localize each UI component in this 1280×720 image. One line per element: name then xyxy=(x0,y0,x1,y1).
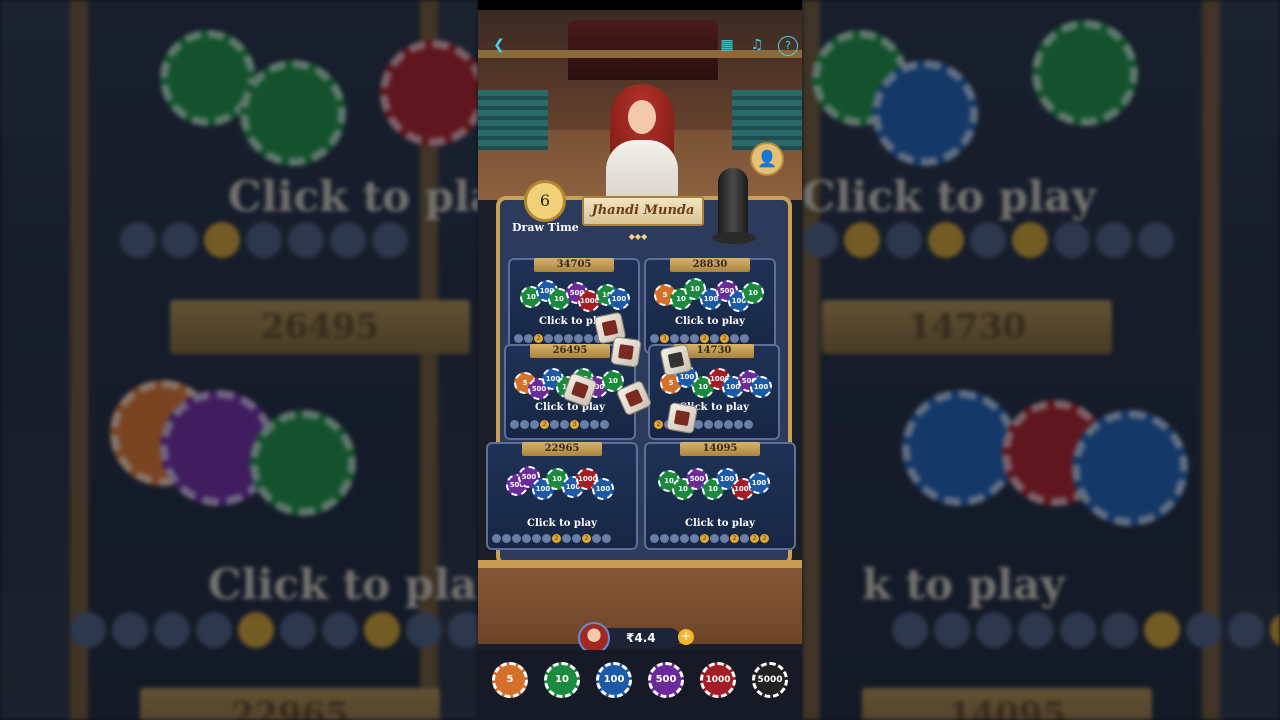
dice-icon xyxy=(610,336,642,368)
bet-cell-6[interactable]: 14095 10 10 500 10 100 1000 100 Click to… xyxy=(644,442,796,550)
background-left: Click to play 26495 Click to play 22965 xyxy=(0,0,478,720)
bg-history-dots xyxy=(802,222,1174,258)
timer-clock-icon: 6 xyxy=(524,180,566,222)
draw-time-label: Draw Time xyxy=(512,221,579,234)
bg-history-dots xyxy=(70,612,478,648)
click-to-play-label: Click to play xyxy=(675,316,745,327)
bg-chip xyxy=(1072,410,1188,526)
dice-cup-icon xyxy=(712,168,756,246)
calendar-icon[interactable]: ▦ xyxy=(718,36,736,54)
chip-10-button[interactable]: 10 xyxy=(544,662,580,698)
chip-stack: 5 10 10 100 500 100 10 xyxy=(654,276,766,314)
bet-cell-2[interactable]: 28830 5 10 10 100 500 100 10 Click to pl… xyxy=(644,258,776,354)
dice-icon xyxy=(665,401,699,435)
cell-amount: 22965 xyxy=(522,442,602,456)
game-title: Jhandi Munda xyxy=(582,196,704,226)
bg-history-dots xyxy=(120,222,408,258)
dealer-avatar xyxy=(596,84,688,202)
chip-100-button[interactable]: 100 xyxy=(596,662,632,698)
bg-click-to-play: k to play xyxy=(862,560,1065,609)
click-to-play-label: Click to play xyxy=(685,518,755,529)
dice-icon xyxy=(659,343,693,377)
chip-stack: 500 500 100 10 100 1000 100 xyxy=(506,464,618,502)
bg-chip xyxy=(240,60,346,166)
history-dots: 23 xyxy=(510,420,609,429)
cell-amount: 28830 xyxy=(670,258,750,272)
bg-amount: 26495 xyxy=(170,300,470,354)
draw-timer: 6 xyxy=(522,176,566,222)
cell-amount: 34705 xyxy=(534,258,614,272)
history-dots: 22 xyxy=(492,534,611,543)
game-screen: ❮ ▦ ♫ ? 👤 6 Draw Time Jhandi Munda ◆◆◆ 3… xyxy=(478,0,802,720)
history-dots: 322 xyxy=(650,334,749,343)
bg-chip xyxy=(380,40,478,146)
bg-history-dots xyxy=(892,612,1280,648)
bg-amount: 14730 xyxy=(822,300,1112,354)
bg-amount: 22965 xyxy=(140,688,440,720)
balance-amount: ₹4.4 xyxy=(600,628,680,648)
chip-stack: 10 100 10 500 1000 10 100 xyxy=(518,276,630,314)
bg-chip xyxy=(1032,20,1138,126)
history-dots: 2222 xyxy=(650,534,769,543)
bg-click-to-play: Click to play xyxy=(228,172,478,221)
bet-cell-5[interactable]: 22965 500 500 100 10 100 1000 100 Click … xyxy=(486,442,638,550)
divider-ornament: ◆◆◆ xyxy=(628,232,648,241)
click-to-play-label: Click to play xyxy=(527,518,597,529)
cell-amount: 26495 xyxy=(530,344,610,358)
chip-1000-button[interactable]: 1000 xyxy=(700,662,736,698)
chip-5000-button[interactable]: 5000 xyxy=(752,662,788,698)
background-right: Click to play 14730 k to play 14095 xyxy=(802,0,1280,720)
help-icon[interactable]: ? xyxy=(778,36,798,56)
sound-icon[interactable]: ♫ xyxy=(748,36,766,54)
chip-selector: 5 10 100 500 1000 5000 xyxy=(478,650,802,720)
chip-5-button[interactable]: 5 xyxy=(492,662,528,698)
status-band xyxy=(478,0,802,10)
bg-amount: 14095 xyxy=(862,688,1152,720)
back-icon[interactable]: ❮ xyxy=(490,36,508,54)
click-to-play-label: Click to play xyxy=(535,402,605,413)
cell-amount: 14095 xyxy=(680,442,760,456)
add-funds-icon[interactable]: + xyxy=(678,629,694,645)
bg-chip xyxy=(250,410,356,516)
bg-chip xyxy=(872,60,978,166)
bg-chip xyxy=(902,390,1018,506)
balance-bar: ₹4.4 + xyxy=(578,622,698,654)
chip-stack: 10 10 500 10 100 1000 100 xyxy=(658,464,770,502)
bg-click-to-play: Click to play xyxy=(802,172,1096,221)
chip-500-button[interactable]: 500 xyxy=(648,662,684,698)
bg-click-to-play: Click to play xyxy=(208,560,478,609)
